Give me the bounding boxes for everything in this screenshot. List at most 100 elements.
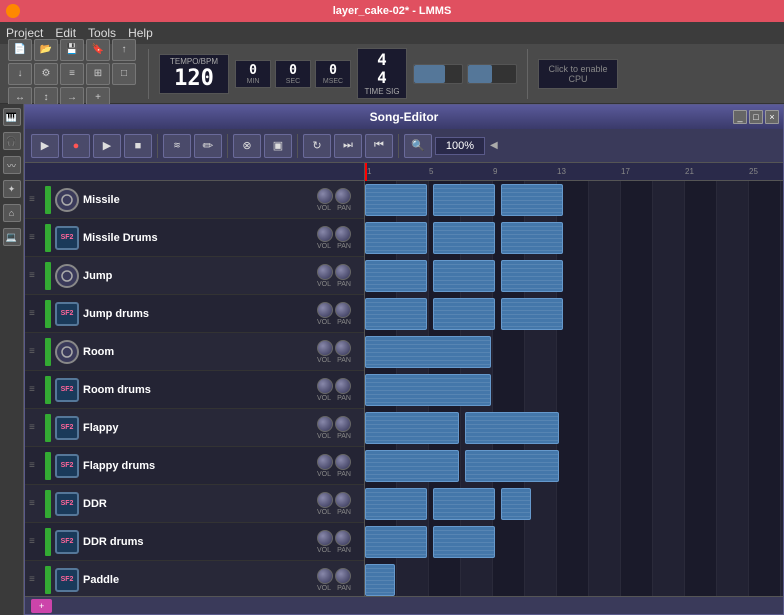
track-handle-3[interactable]: ≡ [29,270,41,281]
pattern-row-10[interactable] [365,523,783,561]
pattern-block-10-1[interactable] [433,526,495,558]
vol-knob-4[interactable] [317,302,333,318]
toolbar-btn9[interactable]: ⊞ [86,63,110,85]
pattern-block-1-1[interactable] [433,184,495,216]
pattern-cell-2-13[interactable] [781,219,783,257]
pattern-row-11[interactable] [365,561,783,596]
track-handle-6[interactable]: ≡ [29,384,41,395]
pattern-cell-7-7[interactable] [589,409,621,447]
pattern-cell-4-9[interactable] [653,295,685,333]
pattern-cell-6-12[interactable] [749,371,781,409]
pattern-cell-11-7[interactable] [589,561,621,596]
track-icon-5[interactable] [55,340,79,364]
se-add-sample-btn[interactable]: ≋ [163,134,191,158]
pattern-cell-10-5[interactable] [525,523,557,561]
pattern-cell-2-10[interactable] [685,219,717,257]
pattern-cell-10-6[interactable] [557,523,589,561]
pattern-cell-1-10[interactable] [685,181,717,219]
pattern-block-11-0[interactable] [365,564,395,596]
pattern-block-9-0[interactable] [365,488,427,520]
pattern-cell-8-8[interactable] [621,447,653,485]
pattern-cell-6-8[interactable] [621,371,653,409]
track-icon-7[interactable]: SF2 [55,416,79,440]
pattern-cell-3-8[interactable] [621,257,653,295]
pan-knob-7[interactable] [335,416,351,432]
pattern-cell-1-13[interactable] [781,181,783,219]
pattern-cell-1-7[interactable] [589,181,621,219]
pattern-cell-6-5[interactable] [525,371,557,409]
toolbar-btn8[interactable]: ≡ [60,63,84,85]
pattern-row-8[interactable] [365,447,783,485]
pan-knob-9[interactable] [335,492,351,508]
save-project-btn[interactable]: 💾 [60,39,84,61]
new-project-btn[interactable]: 📄 [8,39,32,61]
pattern-cell-11-11[interactable] [717,561,749,596]
time-sig-box[interactable]: 4 4 TIME SIG [357,48,407,98]
vol-knob-5[interactable] [317,340,333,356]
pattern-block-5-0[interactable] [365,336,491,368]
vol-knob-10[interactable] [317,530,333,546]
se-erase-btn[interactable]: ⊗ [233,134,261,158]
pattern-block-9-2[interactable] [501,488,531,520]
track-handle-4[interactable]: ≡ [29,308,41,319]
pattern-cell-1-8[interactable] [621,181,653,219]
pan-knob-6[interactable] [335,378,351,394]
pan-knob-10[interactable] [335,530,351,546]
vol-knob-9[interactable] [317,492,333,508]
track-handle-1[interactable]: ≡ [29,194,41,205]
pattern-cell-11-2[interactable] [429,561,461,596]
pattern-cell-5-4[interactable] [493,333,525,371]
pattern-cell-5-6[interactable] [557,333,589,371]
pattern-cell-4-11[interactable] [717,295,749,333]
track-icon-2[interactable]: SF2 [55,226,79,250]
pattern-cell-8-7[interactable] [589,447,621,485]
pattern-cell-10-10[interactable] [685,523,717,561]
pattern-cell-6-4[interactable] [493,371,525,409]
track-icon-6[interactable]: SF2 [55,378,79,402]
pattern-cell-6-13[interactable] [781,371,783,409]
se-select-btn[interactable]: ▣ [264,134,292,158]
se-zoom-arrow[interactable]: ◀ [488,140,500,151]
vol-knob-8[interactable] [317,454,333,470]
pattern-cell-11-6[interactable] [557,561,589,596]
pattern-block-6-0[interactable] [365,374,491,406]
pattern-block-2-1[interactable] [433,222,495,254]
se-forward-btn[interactable]: ⏭ [334,134,362,158]
pattern-cell-5-11[interactable] [717,333,749,371]
vol-knob-2[interactable] [317,226,333,242]
se-loop-btn[interactable]: ↻ [303,134,331,158]
pattern-cell-8-10[interactable] [685,447,717,485]
track-icon-10[interactable]: SF2 [55,530,79,554]
pattern-cell-5-13[interactable] [781,333,783,371]
pattern-block-4-1[interactable] [433,298,495,330]
pattern-cell-1-11[interactable] [717,181,749,219]
pattern-cell-11-1[interactable] [397,561,429,596]
master-pan-slider[interactable] [467,64,517,84]
pattern-cell-11-12[interactable] [749,561,781,596]
pattern-block-7-1[interactable] [465,412,559,444]
pattern-cell-4-10[interactable] [685,295,717,333]
pan-knob-11[interactable] [335,568,351,584]
pattern-area[interactable] [365,181,783,596]
pattern-cell-8-11[interactable] [717,447,749,485]
pattern-cell-9-8[interactable] [621,485,653,523]
track-handle-9[interactable]: ≡ [29,498,41,509]
sidebar-instrument-icon[interactable]: 🎹 [3,108,21,126]
pattern-cell-8-12[interactable] [749,447,781,485]
toolbar-btn10[interactable]: □ [112,63,136,85]
sidebar-wave-icon[interactable]: 〰 [3,156,21,174]
pattern-cell-9-13[interactable] [781,485,783,523]
pattern-cell-3-11[interactable] [717,257,749,295]
pattern-cell-10-4[interactable] [493,523,525,561]
track-icon-9[interactable]: SF2 [55,492,79,516]
pattern-cell-4-7[interactable] [589,295,621,333]
pattern-cell-11-4[interactable] [493,561,525,596]
pattern-cell-2-11[interactable] [717,219,749,257]
pattern-block-4-0[interactable] [365,298,427,330]
vol-knob-3[interactable] [317,264,333,280]
pan-knob-1[interactable] [335,188,351,204]
se-draw-btn[interactable]: ✏ [194,134,222,158]
pattern-row-7[interactable] [365,409,783,447]
pattern-cell-3-12[interactable] [749,257,781,295]
save-as-btn[interactable]: 🔖 [86,39,110,61]
